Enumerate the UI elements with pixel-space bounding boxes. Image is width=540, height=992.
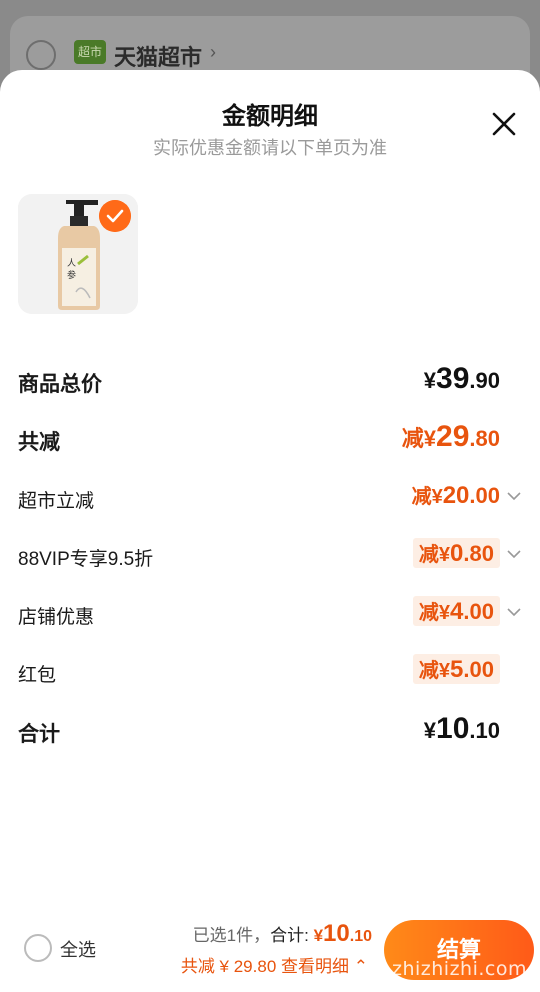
total-discount-value: 减¥29.80 xyxy=(401,420,500,453)
chevron-down-icon[interactable] xyxy=(506,488,522,504)
svg-text:人: 人 xyxy=(67,258,76,269)
supermarket-discount-value: 减¥20.00 xyxy=(411,482,500,509)
store-badge: 超市 xyxy=(74,40,106,64)
row-supermarket-discount[interactable]: 超市立减 减¥20.00 xyxy=(18,480,522,520)
store-discount-value: 减¥4.00 xyxy=(412,596,500,626)
sheet-subtitle: 实际优惠金额请以下单页为准 xyxy=(153,138,387,158)
row-store-discount[interactable]: 店铺优惠 减¥4.00 xyxy=(18,596,522,636)
row-vip-discount[interactable]: 88VIP专享9.5折 减¥0.80 xyxy=(18,538,522,578)
row-total-price: 商品总价 ¥39.90 xyxy=(18,362,522,402)
row-label: 红包 xyxy=(18,665,57,686)
sheet-title: 金额明细 xyxy=(222,103,318,130)
row-red-packet: 红包 减¥5.00 xyxy=(18,654,522,694)
total-label: 合计: xyxy=(270,926,314,945)
subtotal-value: ¥10.10 xyxy=(423,712,500,745)
vip-discount-value: 减¥0.80 xyxy=(412,538,500,568)
select-all-radio[interactable] xyxy=(24,934,52,962)
view-details-text[interactable]: 查看明细 xyxy=(281,957,349,976)
selected-check-icon[interactable] xyxy=(99,200,131,232)
chevron-down-icon[interactable] xyxy=(506,604,522,620)
footer-discount-link[interactable]: 共减 ¥ 29.80 查看明细 ⌃ xyxy=(181,952,368,977)
footer-total-price: ¥10.10 xyxy=(313,920,372,947)
store-select-radio xyxy=(26,40,56,70)
total-price-value: ¥39.90 xyxy=(423,362,500,395)
svg-text:参: 参 xyxy=(67,269,76,281)
chevron-right-icon: › xyxy=(210,42,216,62)
row-label: 商品总价 xyxy=(18,373,102,396)
chevron-up-icon[interactable]: ⌃ xyxy=(354,957,368,976)
watermark-text: zhizhizhi.com xyxy=(392,958,528,980)
close-icon[interactable] xyxy=(490,110,518,138)
row-label: 88VIP专享9.5折 xyxy=(18,549,154,570)
row-label: 合计 xyxy=(18,723,60,746)
selected-count-text: 已选1件， xyxy=(192,926,271,945)
row-total-discount: 共减 减¥29.80 xyxy=(18,420,522,460)
footer-discount-text: 共减 ¥ 29.80 xyxy=(180,957,277,976)
red-packet-value: 减¥5.00 xyxy=(412,654,500,684)
row-subtotal: 合计 ¥10.10 xyxy=(18,712,522,752)
store-name: 天猫超市 xyxy=(114,45,203,70)
select-all-label[interactable]: 全选 xyxy=(60,936,96,962)
row-label: 店铺优惠 xyxy=(18,607,95,628)
chevron-down-icon[interactable] xyxy=(506,546,522,562)
row-label: 共减 xyxy=(18,431,60,454)
amount-details-sheet: 金额明细 实际优惠金额请以下单页为准 人 参 商品总价 ¥39.90 共减 减¥… xyxy=(0,70,540,992)
row-label: 超市立减 xyxy=(18,491,95,512)
footer-summary: 已选1件，合计: ¥10.10 xyxy=(193,920,372,948)
